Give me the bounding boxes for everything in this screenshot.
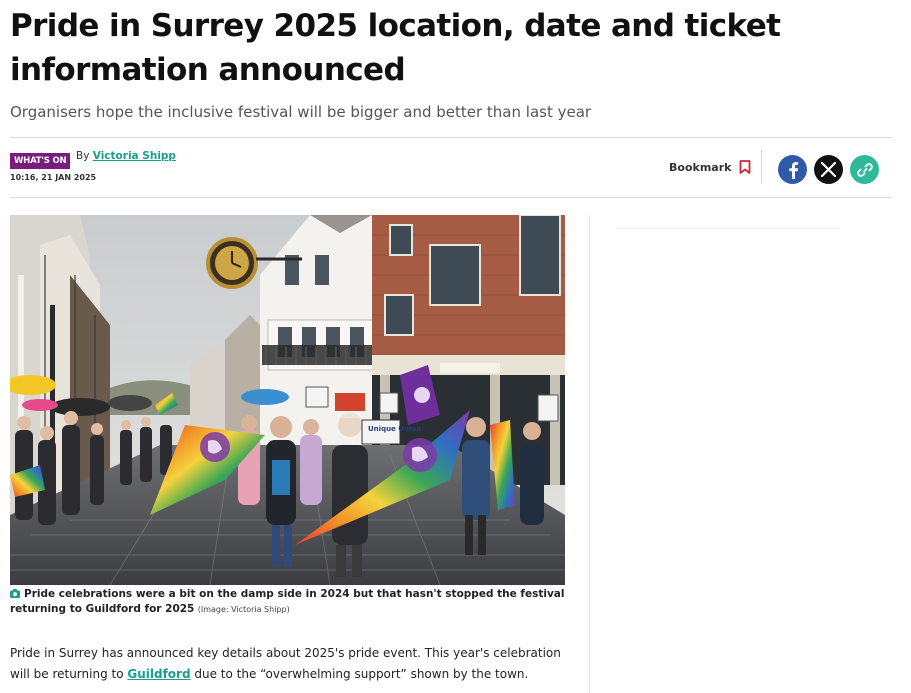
image-credit: (Image: Victoria Shipp): [197, 605, 290, 614]
meta-divider-top: [10, 137, 892, 138]
byline: By Victoria Shipp: [76, 150, 176, 162]
meta-divider-bottom: [10, 197, 892, 198]
article-standfirst: Organisers hope the inclusive festival w…: [10, 103, 592, 121]
sidebar-placeholder: [615, 228, 840, 229]
x-share-button[interactable]: [814, 155, 843, 184]
article-paragraph: Pride in Surrey has announced key detail…: [10, 643, 570, 685]
article-main-image[interactable]: Unique Union: [10, 215, 565, 585]
actions-divider: [761, 150, 762, 184]
section-badge[interactable]: WHAT'S ON: [10, 153, 71, 169]
facebook-icon: [788, 161, 798, 179]
copy-link-button[interactable]: [850, 155, 879, 184]
byline-prefix: By: [76, 150, 90, 162]
pride-march-photo: Unique Union: [10, 215, 565, 585]
facebook-share-button[interactable]: [778, 155, 807, 184]
article-headline: Pride in Surrey 2025 location, date and …: [10, 8, 781, 88]
bookmark-label: Bookmark: [669, 160, 732, 174]
image-caption: Pride celebrations were a bit on the dam…: [10, 587, 565, 617]
bookmark-button[interactable]: Bookmark: [669, 160, 751, 174]
column-divider: [589, 215, 590, 693]
camera-icon: [10, 589, 20, 598]
publish-timestamp: 10:16, 21 JAN 2025: [10, 173, 97, 182]
bookmark-icon: [740, 160, 751, 174]
author-link[interactable]: Victoria Shipp: [93, 150, 176, 162]
guildford-link[interactable]: Guildford: [127, 667, 190, 681]
paragraph-text-end: due to the “overwhelming support” shown …: [190, 667, 529, 681]
protest-sign-text: Unique Union: [368, 425, 421, 433]
x-icon: [821, 162, 836, 177]
link-icon: [856, 162, 873, 177]
